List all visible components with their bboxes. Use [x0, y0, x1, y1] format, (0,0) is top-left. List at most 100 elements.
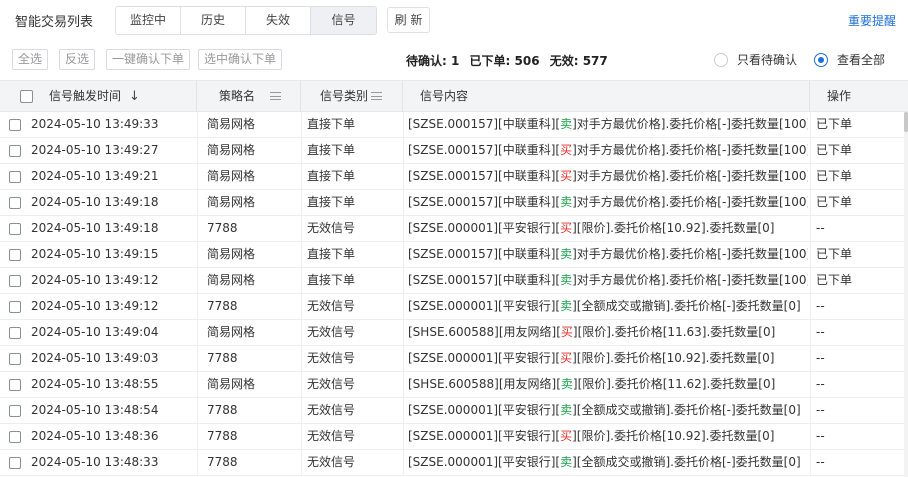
table-row[interactable]: 2024-05-10 13:49:18 简易网格 直接下单 [SZSE.000157]…: [0, 190, 908, 216]
content-side: 买: [560, 221, 573, 235]
table-row[interactable]: 2024-05-10 13:48:55 简易网格 无效信号 [SHSE.600588]…: [0, 372, 908, 398]
content-side: 买: [560, 143, 573, 157]
content-prefix: [SZSE.000157][中联重科][: [408, 247, 561, 261]
vertical-scrollbar[interactable]: [904, 112, 908, 477]
cell-content: [SZSE.000001][平安银行][买][限价].委托价格[10.92].委…: [408, 216, 808, 241]
signal-stats: 待确认: 1 已下单: 506 无效: 577: [406, 52, 614, 69]
cell-time: 2024-05-10 13:49:18: [31, 195, 159, 209]
content-side: 买: [560, 325, 573, 339]
tab-monitoring[interactable]: 监控中: [116, 7, 181, 34]
cell-time: 2024-05-10 13:48:36: [31, 429, 159, 443]
column-divider: [197, 216, 198, 241]
cell-time: 2024-05-10 13:49:33: [31, 117, 159, 131]
content-suffix: ][限价].委托价格[10.92].委托数量[0]: [572, 429, 775, 443]
cell-content: [SHSE.600588][用友网络][卖][限价].委托价格[11.62].委…: [408, 372, 808, 397]
radio-label: 查看全部: [837, 53, 886, 67]
confirm-selected-button[interactable]: 选中确认下单: [198, 49, 283, 70]
cell-type: 直接下单: [307, 117, 356, 131]
cell-content: [SZSE.000157][中联重科][卖]对手方最优价格].委托价格[-]委托…: [408, 112, 808, 137]
table-row[interactable]: 2024-05-10 13:49:12 简易网格 直接下单 [SZSE.000157]…: [0, 268, 908, 294]
column-divider: [810, 190, 811, 215]
column-header-strategy-label: 策略名: [219, 89, 256, 103]
content-prefix: [SZSE.000001][平安银行][: [408, 351, 561, 365]
cell-action: --: [816, 351, 825, 365]
content-suffix: ][全额成交或撤销].委托价格[-]委托数量[0]: [572, 455, 801, 469]
column-divider: [403, 294, 404, 319]
table-row[interactable]: 2024-05-10 13:48:36 7788 无效信号 [SZSE.000001]…: [0, 424, 908, 450]
confirm-all-button[interactable]: 一键确认下单: [106, 49, 191, 70]
column-header-time[interactable]: 信号触发时间 ↓: [0, 81, 197, 112]
cell-type: 无效信号: [307, 403, 356, 417]
row-checkbox[interactable]: [9, 327, 21, 339]
row-checkbox[interactable]: [9, 301, 21, 313]
cell-type: 直接下单: [307, 169, 356, 183]
page-title: 智能交易列表: [15, 15, 94, 30]
cell-time: 2024-05-10 13:49:21: [31, 169, 159, 183]
important-notice-link[interactable]: 重要提醒: [848, 12, 896, 29]
cell-content: [SZSE.000001][平安银行][买][限价].委托价格[10.92].委…: [408, 346, 808, 371]
row-checkbox[interactable]: [9, 353, 21, 365]
cell-action: 已下单: [816, 169, 853, 183]
table-header: 信号触发时间 ↓ 策略名 信号类别 信号内容 操作: [0, 80, 908, 112]
content-side: 买: [560, 351, 573, 365]
column-divider: [301, 164, 302, 189]
table-row[interactable]: 2024-05-10 13:48:33 7788 无效信号 [SZSE.000001]…: [0, 450, 908, 476]
table-row[interactable]: 2024-05-10 13:49:18 7788 无效信号 [SZSE.000001]…: [0, 216, 908, 242]
column-divider: [197, 372, 198, 397]
content-suffix: ]对手方最优价格].委托价格[-]委托数量[100]: [572, 273, 808, 287]
tab-invalid[interactable]: 失效: [246, 7, 311, 34]
table-row[interactable]: 2024-05-10 13:49:27 简易网格 直接下单 [SZSE.000157]…: [0, 138, 908, 164]
content-prefix: [SZSE.000157][中联重科][: [408, 117, 561, 131]
column-divider: [403, 164, 404, 189]
cell-strategy: 7788: [207, 299, 238, 313]
column-menu-icon[interactable]: [270, 92, 281, 100]
invert-selection-button[interactable]: 反选: [59, 49, 96, 70]
row-checkbox[interactable]: [9, 405, 21, 417]
column-header-strategy[interactable]: 策略名: [197, 81, 301, 112]
refresh-button[interactable]: 刷 新: [387, 7, 430, 33]
row-checkbox[interactable]: [9, 223, 21, 235]
header-checkbox[interactable]: [20, 90, 33, 103]
row-checkbox[interactable]: [9, 197, 21, 209]
sort-down-icon[interactable]: ↓: [129, 81, 140, 112]
row-checkbox[interactable]: [9, 275, 21, 287]
select-all-button[interactable]: 全选: [12, 49, 49, 70]
tab-history[interactable]: 历史: [181, 7, 246, 34]
table-row[interactable]: 2024-05-10 13:49:33 简易网格 直接下单 [SZSE.000157]…: [0, 112, 908, 138]
column-divider: [197, 164, 198, 189]
row-checkbox[interactable]: [9, 379, 21, 391]
column-divider: [301, 216, 302, 241]
row-checkbox[interactable]: [9, 249, 21, 261]
cell-time: 2024-05-10 13:49:18: [31, 221, 159, 235]
row-checkbox[interactable]: [9, 457, 21, 469]
scrollbar-thumb[interactable]: [904, 112, 908, 132]
column-divider: [403, 190, 404, 215]
column-header-type[interactable]: 信号类别: [301, 81, 403, 112]
invalid-count: 无效: 577: [549, 54, 608, 68]
table-row[interactable]: 2024-05-10 13:49:04 简易网格 无效信号 [SHSE.600588]…: [0, 320, 908, 346]
radio-only-pending[interactable]: 只看待确认: [714, 51, 797, 68]
table-row[interactable]: 2024-05-10 13:49:15 简易网格 直接下单 [SZSE.000157]…: [0, 242, 908, 268]
column-menu-icon[interactable]: [371, 92, 382, 100]
cell-content: [SZSE.000001][平安银行][卖][全额成交或撤销].委托价格[-]委…: [408, 398, 808, 423]
row-checkbox[interactable]: [9, 145, 21, 157]
column-divider: [810, 372, 811, 397]
table-row[interactable]: 2024-05-10 13:48:54 7788 无效信号 [SZSE.000001]…: [0, 398, 908, 424]
radio-view-all[interactable]: 查看全部: [814, 51, 885, 68]
table-row[interactable]: 2024-05-10 13:49:21 简易网格 直接下单 [SZSE.000157]…: [0, 164, 908, 190]
column-divider: [301, 450, 302, 475]
row-checkbox[interactable]: [9, 431, 21, 443]
table-row[interactable]: 2024-05-10 13:49:12 7788 无效信号 [SZSE.000001]…: [0, 294, 908, 320]
content-prefix: [SZSE.000001][平安银行][: [408, 403, 561, 417]
column-divider: [403, 424, 404, 449]
column-divider: [810, 398, 811, 423]
row-checkbox[interactable]: [9, 119, 21, 131]
tab-signal[interactable]: 信号: [311, 7, 376, 34]
cell-strategy: 简易网格: [207, 195, 256, 209]
row-checkbox[interactable]: [9, 171, 21, 183]
content-side: 卖: [560, 455, 573, 469]
content-prefix: [SZSE.000001][平安银行][: [408, 299, 561, 313]
table-row[interactable]: 2024-05-10 13:49:03 7788 无效信号 [SZSE.000001]…: [0, 346, 908, 372]
content-side: 买: [560, 429, 573, 443]
content-side: 卖: [560, 299, 573, 313]
